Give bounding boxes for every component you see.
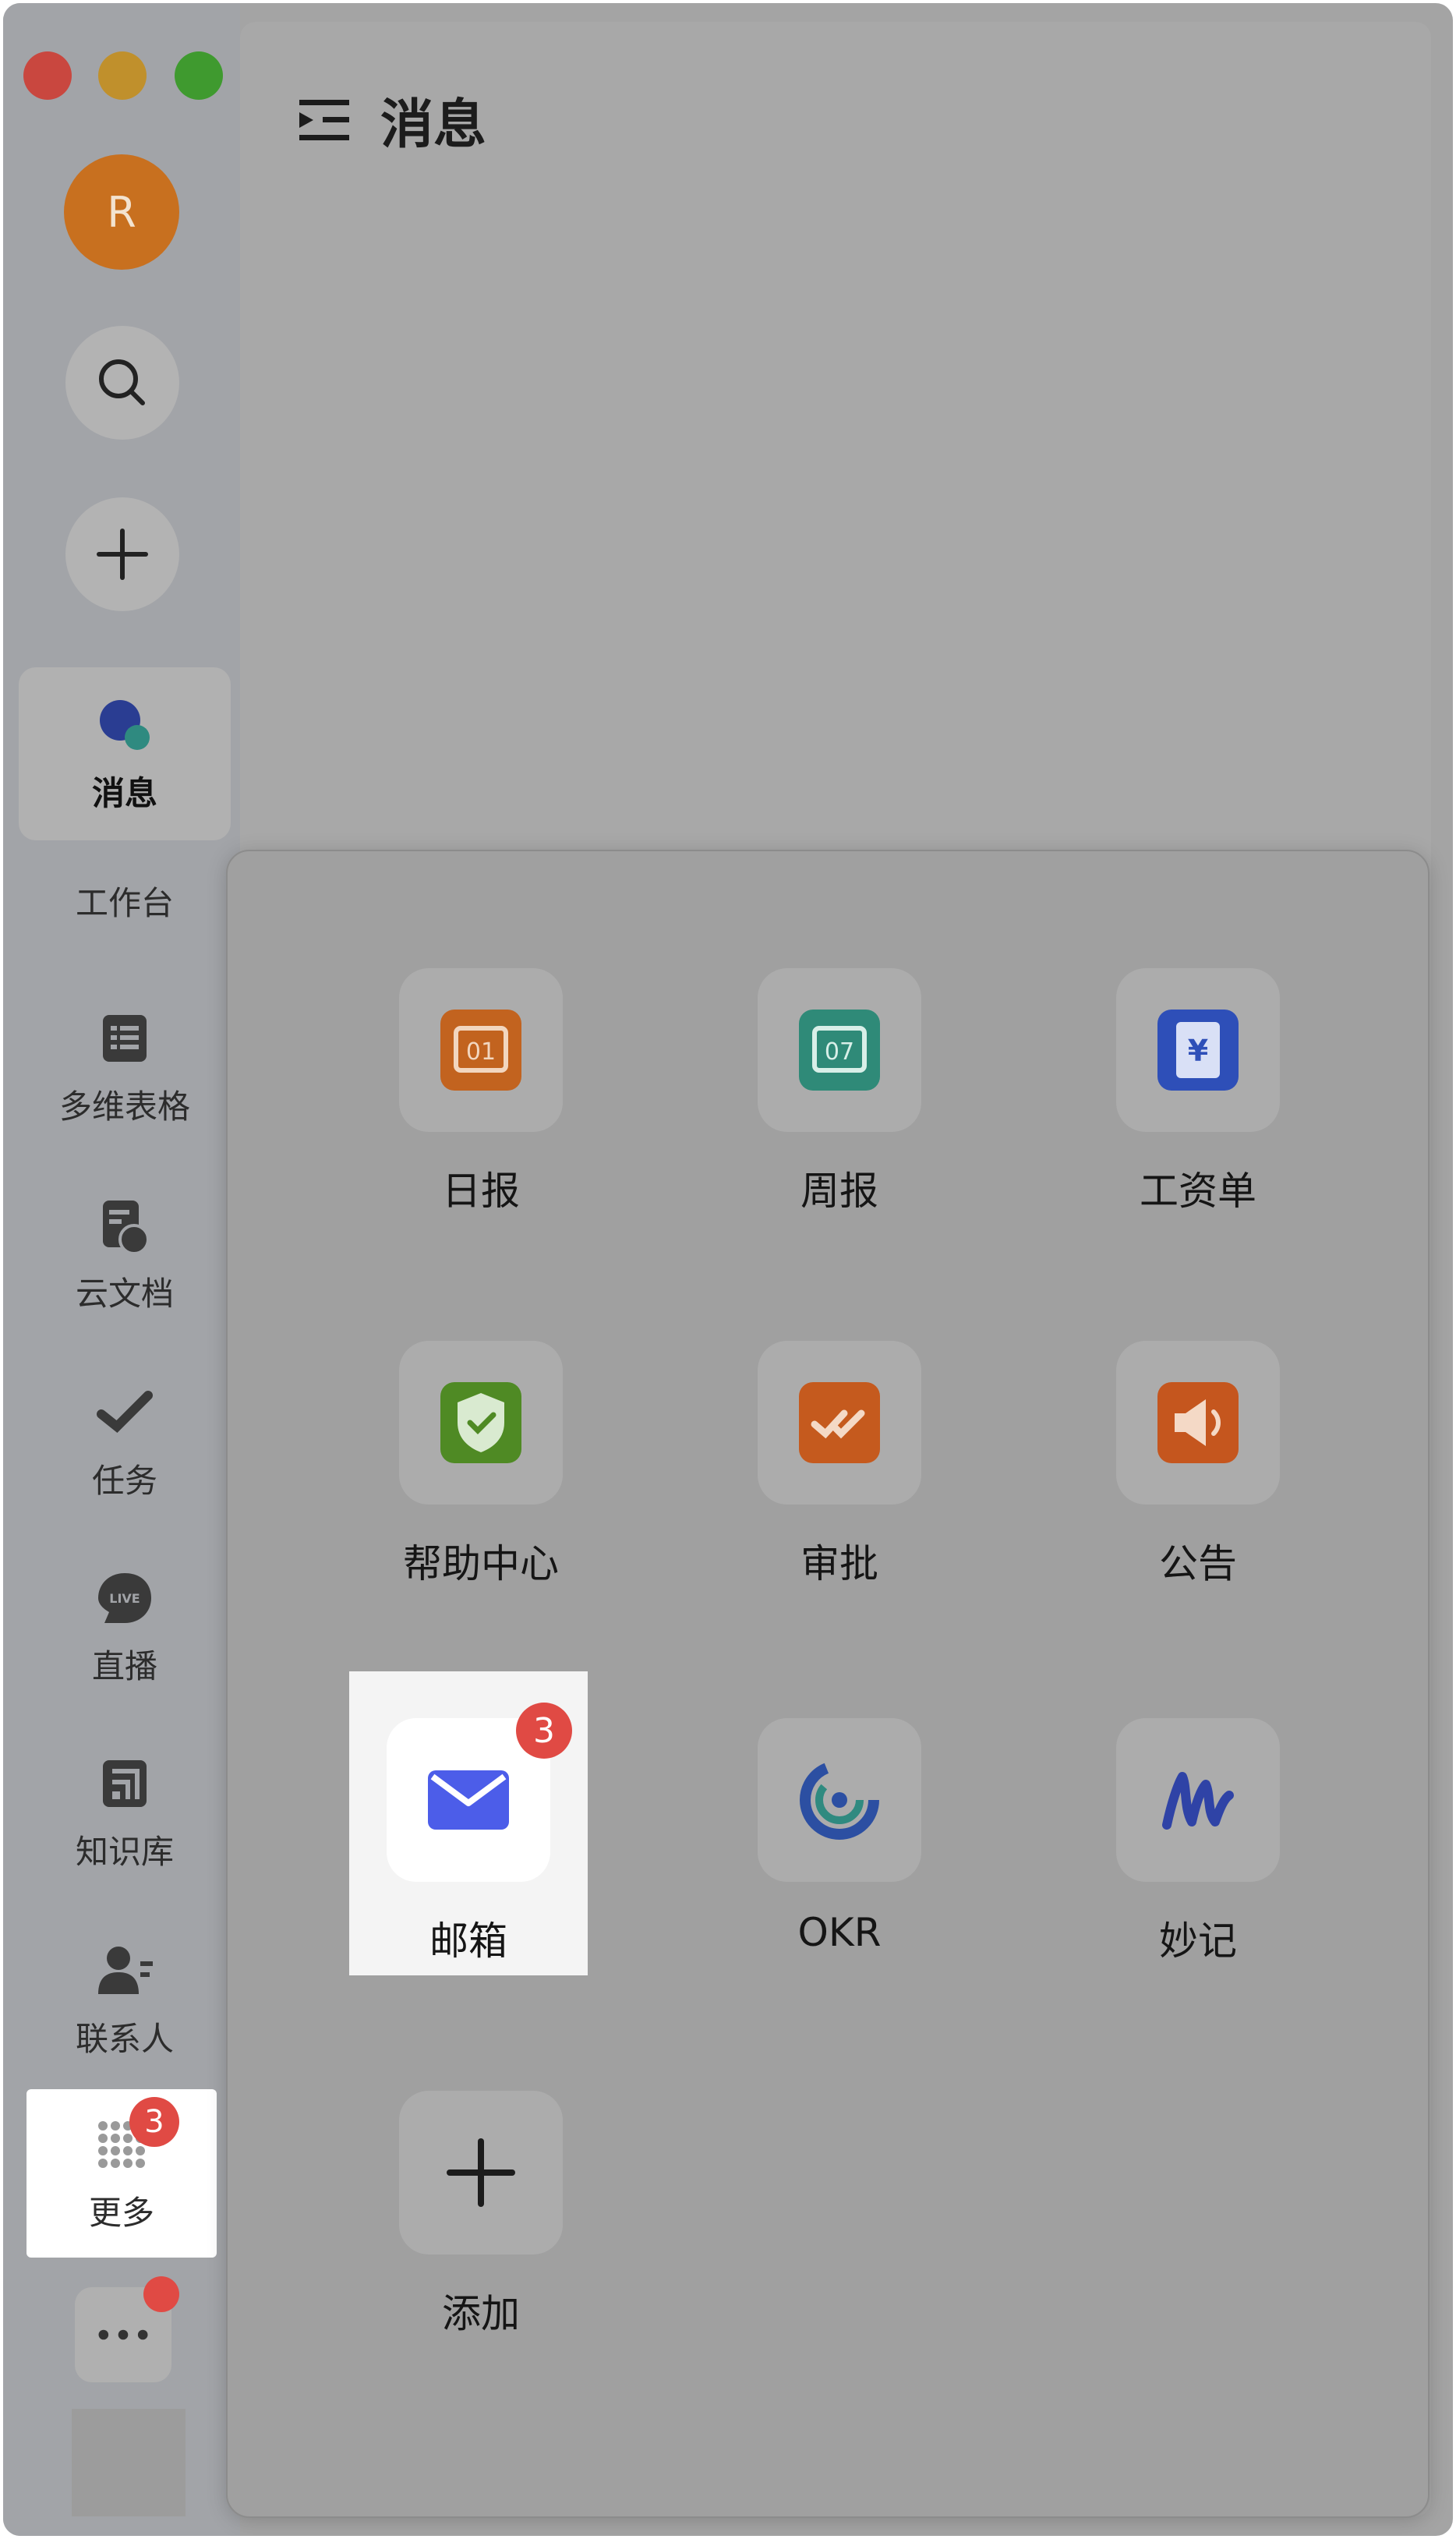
app-label: 公告 [1159,1541,1237,1586]
document-icon [103,1200,150,1255]
sidebar-item-live[interactable]: LIVE 直播 [19,1545,231,1709]
app-window: R 消息 工作台 多维表格 云文档 任务 LIVE 直播 知识库 联系人 更多 … [3,3,1453,2536]
app-label: 审批 [800,1541,878,1586]
okr-icon [800,1760,879,1840]
svg-text:¥: ¥ [1188,1034,1208,1068]
app-daily-report[interactable]: 01 日报 [360,968,602,1272]
bottom-placeholder [72,2409,186,2516]
svg-text:07: 07 [825,1038,854,1066]
app-tile: ¥ [1116,968,1280,1132]
app-label: 帮助中心 [403,1541,559,1586]
app-tile [1116,1341,1280,1505]
app-mail[interactable]: 3 邮箱 [349,1671,588,1975]
app-tile [758,1341,921,1505]
sidebar-item-multi-table[interactable]: 多维表格 [19,985,231,1149]
table-icon [103,1014,147,1062]
app-announcement[interactable]: 公告 [1077,1341,1319,1645]
sidebar-item-label: 消息 [91,773,157,812]
sidebar-item-contacts[interactable]: 联系人 [19,1918,231,2081]
app-label: 添加 [442,2291,520,2336]
live-icon: LIVE [98,1572,151,1623]
app-label: OKR [797,1910,882,1955]
wiki-icon [103,1759,147,1807]
contacts-icon [98,1946,153,1994]
more-apps-panel: 01 日报 07 周报 ¥ 工资单 帮助中心 审批 公告 3 邮箱 OKR 妙记… [226,850,1429,2518]
sidebar-item-label: 知识库 [75,1832,174,1871]
ellipsis-icon [98,2329,148,2340]
sidebar-item-wiki[interactable]: 知识库 [19,1731,231,1894]
mail-icon [428,1770,509,1830]
app-payslip[interactable]: ¥ 工资单 [1077,968,1319,1272]
sidebar-item-label: 任务 [91,1461,157,1500]
megaphone-icon [1157,1382,1239,1463]
window-zoom-button[interactable] [175,51,223,100]
search-icon [99,359,145,405]
notification-badge: 3 [516,1703,572,1759]
app-weekly-report[interactable]: 07 周报 [719,968,960,1272]
app-label: 邮箱 [429,1918,507,1964]
app-label: 日报 [442,1169,520,1214]
app-okr[interactable]: OKR [719,1718,960,2022]
approval-icon [799,1382,880,1463]
app-tile [399,1341,563,1505]
app-tile: 01 [399,968,563,1132]
app-approval[interactable]: 审批 [719,1341,960,1645]
window-close-button[interactable] [23,51,72,100]
task-check-icon [97,1390,153,1433]
search-button[interactable] [65,326,179,440]
app-tile [399,2091,563,2254]
plus-icon [97,529,148,580]
app-tile [758,1718,921,1882]
more-options-button[interactable] [75,2276,179,2382]
sidebar-item-more[interactable]: 更多 3 [27,2089,217,2258]
app-tile [1116,1718,1280,1882]
svg-text:01: 01 [466,1038,496,1066]
window-minimize-button[interactable] [98,51,147,100]
sidebar-item-tasks[interactable]: 任务 [19,1360,231,1523]
avatar-initial: R [107,187,136,237]
sidebar-item-label: 更多 [88,2193,154,2232]
minutes-icon [1162,1772,1234,1830]
payslip-icon: ¥ [1157,1010,1239,1091]
sidebar-item-label: 云文档 [75,1274,174,1313]
app-help-center[interactable]: 帮助中心 [360,1341,602,1645]
sidebar-item-label: 直播 [91,1646,157,1685]
calendar-01-icon: 01 [440,1010,521,1091]
sidebar: R 消息 工作台 多维表格 云文档 任务 LIVE 直播 知识库 联系人 更多 … [3,3,240,2536]
app-add[interactable]: 添加 [360,2091,602,2395]
app-label: 妙记 [1159,1918,1237,1964]
app-minutes[interactable]: 妙记 [1077,1718,1319,2022]
sidebar-item-label: 工作台 [75,883,174,922]
app-tile: 07 [758,968,921,1132]
help-center-icon [440,1382,521,1463]
page-title: 消息 [380,94,487,156]
avatar[interactable]: R [64,154,179,270]
app-label: 工资单 [1140,1169,1256,1214]
collapse-sidebar-icon[interactable] [296,97,352,143]
sidebar-item-label: 联系人 [75,2019,174,2058]
chat-bubble-icon [100,699,150,750]
plus-icon [447,2138,515,2207]
svg-text:LIVE: LIVE [109,1591,140,1606]
sidebar-item-workbench[interactable]: 工作台 [19,819,231,935]
page-header: 消息 [296,81,486,158]
sidebar-item-messages[interactable]: 消息 [19,667,231,840]
red-dot-badge [143,2276,179,2312]
calendar-07-icon: 07 [799,1010,880,1091]
sidebar-item-label: 多维表格 [58,1087,190,1126]
create-button[interactable] [65,497,179,611]
app-tile: 3 [387,1703,572,1882]
notification-badge: 3 [129,2097,179,2147]
app-label: 周报 [800,1169,878,1214]
sidebar-item-docs[interactable]: 云文档 [19,1172,231,1336]
